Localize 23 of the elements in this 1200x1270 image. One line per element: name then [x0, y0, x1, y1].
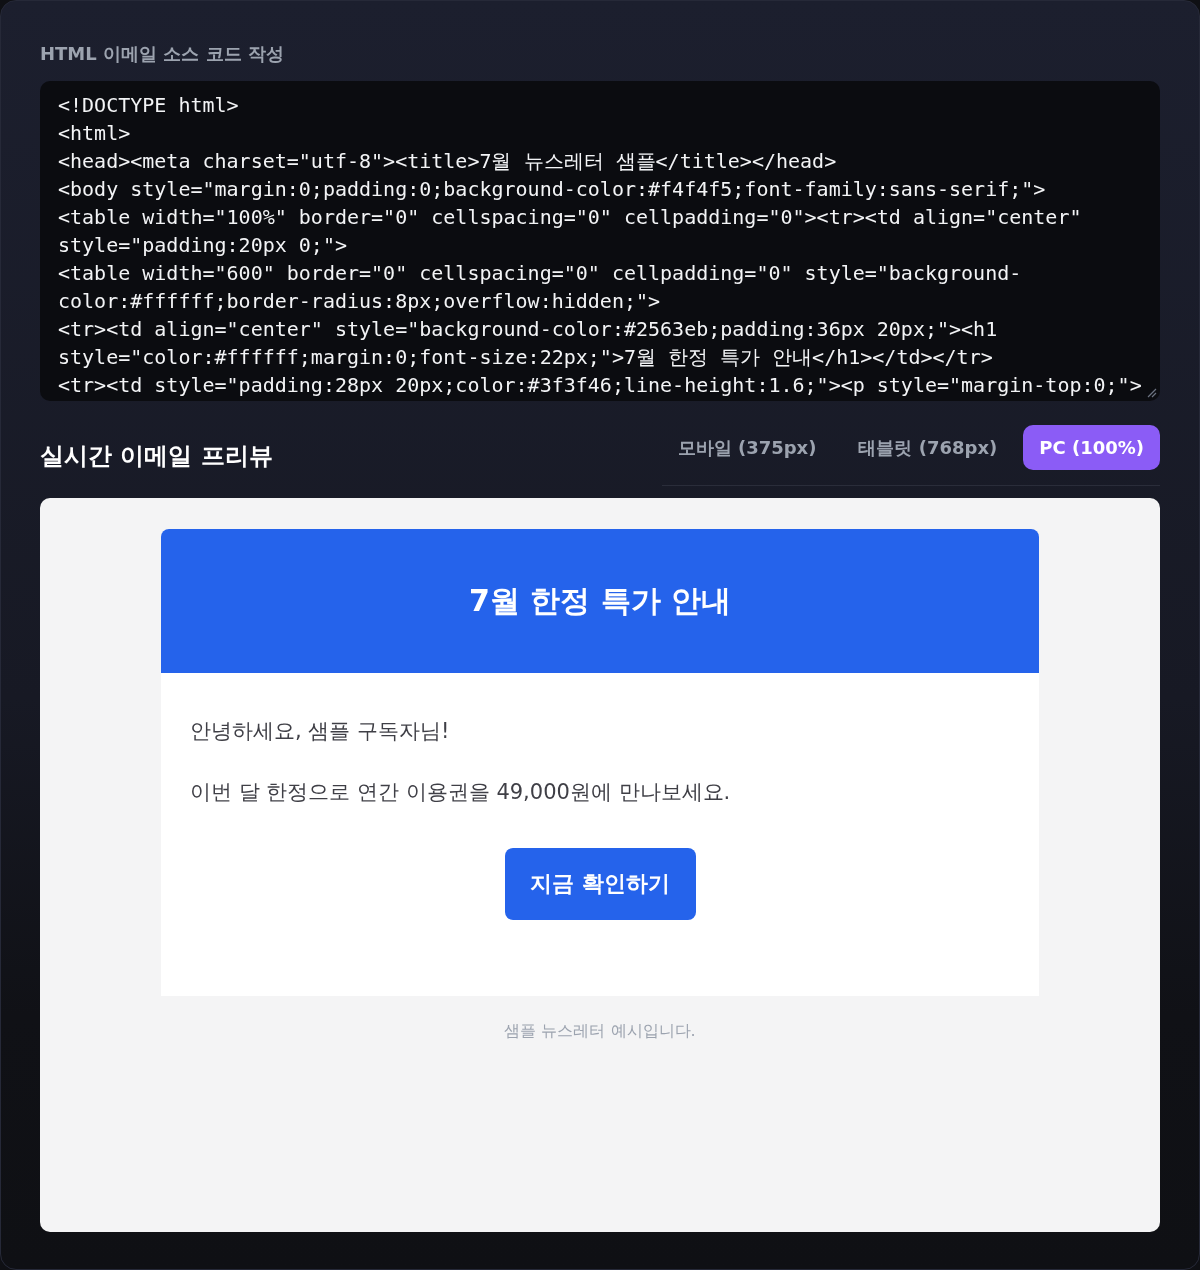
code-editor-field[interactable] — [40, 81, 1160, 401]
cta-button[interactable]: 지금 확인하기 — [504, 848, 696, 920]
code-line: <body style="margin:0;padding:0;background-color:#f4f4f5;font-family:sans-serif;"> — [58, 176, 1046, 203]
code-line: style="padding:20px 0;"> — [58, 232, 347, 259]
code-line: <table width="600" border="0" cellspacing="0" cellpadding="0" style="background- — [58, 260, 1022, 287]
editor-label: HTML 이메일 소스 코드 작성 — [40, 42, 284, 66]
code-line: <tr><td align="center" style="background-color:#2563eb;padding:36px 20px;"><h1 — [58, 316, 998, 343]
device-tab[interactable]: 모바일 (375px) — [661, 425, 833, 470]
email-title: 7월 한정 특가 안내 — [468, 581, 732, 620]
device-tab[interactable]: PC (100%) — [1023, 425, 1160, 470]
email-paragraph: 안녕하세요, 샘플 구독자님! — [190, 718, 450, 745]
code-line: color:#ffffff;border-radius:8px;overflow:hidden;"> — [58, 288, 661, 315]
email-paragraph: 이번 달 한정으로 연간 이용권을 49,000원에 만나보세요. — [190, 779, 731, 806]
email-footer-text: 샘플 뉴스레터 예시입니다. — [504, 1021, 696, 1042]
code-line: <html> — [58, 120, 131, 147]
preview-heading: 실시간 이메일 프리뷰 — [40, 440, 273, 472]
code-line: <table width="100%" border="0" cellspacing="0" cellpadding="0"><tr><td align="center" — [58, 204, 1082, 231]
code-line: <tr><td style="padding:28px 20px;color:#3f3f46;line-height:1.6;"><p style="margin-top:0;"> — [58, 372, 1142, 399]
code-line: style="color:#ffffff;margin:0;font-size:22px;">7월 한정 특가 안내</h1></td></tr> — [58, 344, 993, 371]
resize-handle-icon[interactable] — [1147, 388, 1157, 398]
code-line: <!DOCTYPE html> — [58, 92, 239, 119]
device-tab[interactable]: 태블릿 (768px) — [842, 425, 1014, 470]
code-line: <head><meta charset="utf-8"><title>7월 뉴스레터 샘플</title></head> — [58, 148, 837, 175]
